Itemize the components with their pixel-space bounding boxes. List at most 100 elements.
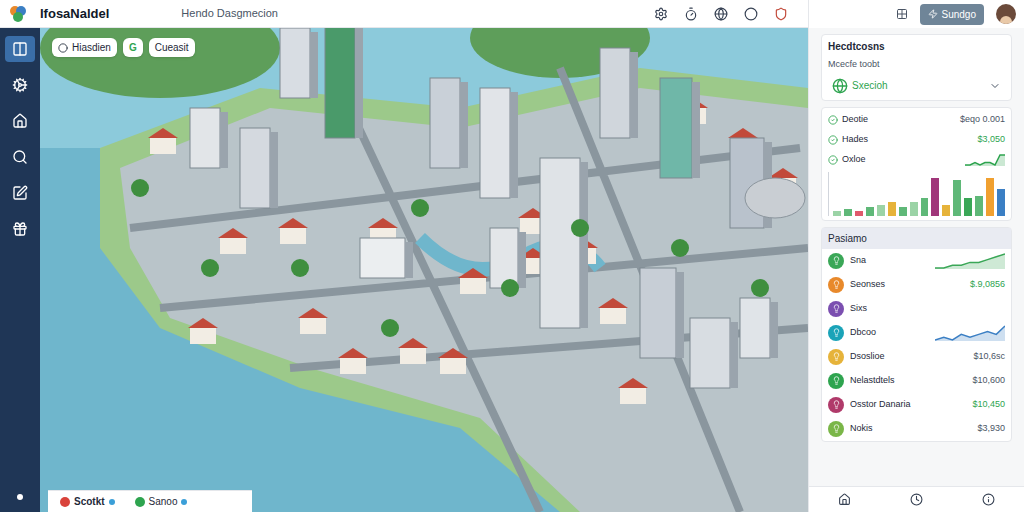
sidebar-item-icon (12, 77, 28, 93)
city-map-view[interactable] (40, 28, 808, 512)
sidebar (0, 28, 40, 512)
row-icon (828, 373, 844, 389)
map-chip[interactable]: G (123, 38, 143, 57)
main-area: IfosaNaldel Hendo Dasgmecion Hiasdien G Cuea… (0, 0, 808, 512)
settings-icon[interactable] (654, 7, 668, 21)
shield-icon[interactable] (774, 7, 788, 21)
chevron-icon (989, 80, 1001, 92)
chart-bar (899, 207, 907, 216)
row-icon (828, 301, 844, 317)
row-value: $10,6sc (973, 351, 1005, 361)
tab-badge-icon (181, 499, 187, 505)
panel-content: HecdtcosnsMcecfe toobtSxeciohDeotie$eqo … (809, 28, 1024, 486)
stat-row: Oxloe (828, 152, 1005, 168)
timer-icon[interactable] (684, 7, 698, 21)
row-icon (828, 325, 844, 341)
app-window: IfosaNaldel Hendo Dasgmecion Hiasdien G Cuea… (0, 0, 1024, 512)
sidebar-item[interactable] (5, 180, 35, 206)
chart-bar (953, 180, 961, 215)
bar-chart (828, 172, 1005, 216)
stat-icon (828, 155, 838, 165)
list-row[interactable]: Nokis$3,930 (822, 417, 1011, 441)
selector-dropdown[interactable]: Sxecioh (828, 76, 1005, 96)
list-row[interactable]: Seonses$.9,0856 (822, 273, 1011, 297)
button-icon (928, 9, 938, 19)
chart-bar (833, 211, 841, 215)
stat-row: Hades$3,050 (828, 132, 1005, 148)
logo-icon (8, 4, 28, 24)
stats-card: Deotie$eqo 0.001 Hades$3,050 Oxloe (821, 107, 1012, 221)
bottom-tab[interactable]: Sanoo (131, 494, 192, 509)
chart-bar (997, 189, 1005, 215)
clock-icon[interactable] (910, 493, 923, 506)
panel-title: Hecdtcosns (828, 39, 1005, 54)
sidebar-item[interactable] (5, 108, 35, 134)
primary-button[interactable]: Sundgo (920, 4, 984, 25)
row-value: $10,600 (972, 375, 1005, 385)
globe-icon[interactable] (714, 7, 728, 21)
sidebar-item-icon (12, 113, 28, 129)
sidebar-item[interactable] (5, 72, 35, 98)
row-icon (828, 397, 844, 413)
map-chips: Hiasdien G Cueasit (52, 38, 195, 57)
body: Hiasdien G Cueasit Scotkt Sanoo (0, 28, 808, 512)
row-icon (828, 421, 844, 437)
tab-dot-icon (60, 497, 70, 507)
grid-icon[interactable] (896, 8, 908, 20)
map-area: Hiasdien G Cueasit Scotkt Sanoo (40, 28, 808, 512)
list-section: PasiamoSnaSeonses$.9,0856SixsDbcooDsosli… (821, 227, 1012, 442)
selector-card: HecdtcosnsMcecfe toobtSxecioh (821, 34, 1012, 101)
tab-dot-icon (135, 497, 145, 507)
bottom-tab[interactable]: Scotkt (56, 494, 119, 509)
sidebar-item[interactable] (5, 144, 35, 170)
panel-bottom-bar (809, 486, 1024, 512)
app-subtitle: Hendo Dasgmecion (181, 5, 278, 22)
map-chip[interactable]: Cueasit (149, 38, 195, 57)
chip-icon (58, 43, 68, 53)
sparkline-chart (935, 325, 1005, 341)
sidebar-item-icon (12, 221, 28, 237)
chart-bar (910, 202, 918, 215)
globe-icon (832, 78, 848, 94)
row-value: $3,930 (977, 423, 1005, 433)
list-row[interactable]: Dsoslioe$10,6sc (822, 345, 1011, 369)
row-icon (828, 253, 844, 269)
status-dot-icon (17, 494, 23, 500)
chart-bar (888, 202, 896, 215)
info-icon[interactable] (982, 493, 995, 506)
chart-bar (866, 207, 874, 216)
top-bar: IfosaNaldel Hendo Dasgmecion (0, 0, 808, 28)
stat-row: Deotie$eqo 0.001 (828, 112, 1005, 128)
list-row[interactable]: Dbcoo (822, 321, 1011, 345)
list-row[interactable]: Nelastdtels$10,600 (822, 369, 1011, 393)
list-row[interactable]: Sixs (822, 297, 1011, 321)
sidebar-item-icon (12, 41, 28, 57)
row-icon (828, 277, 844, 293)
sparkline-chart (965, 154, 1005, 166)
app-title: IfosaNaldel (40, 4, 109, 24)
list-row[interactable]: Osstor Danaria$10,450 (822, 393, 1011, 417)
panel-top-bar: Sundgo (809, 0, 1024, 28)
bottom-tabs: Scotkt Sanoo (48, 490, 252, 512)
map-chip[interactable]: Hiasdien (52, 38, 117, 57)
row-value: $.9,0856 (970, 279, 1005, 289)
chart-bar (877, 205, 885, 216)
list-row[interactable]: Sna (822, 249, 1011, 273)
avatar[interactable] (996, 4, 1016, 24)
sidebar-item[interactable] (5, 36, 35, 62)
stat-icon (828, 115, 838, 125)
chart-bar (931, 178, 939, 215)
sidebar-item[interactable] (5, 216, 35, 242)
chart-bar (921, 198, 929, 216)
home-icon[interactable] (838, 493, 851, 506)
chart-bar (986, 178, 994, 215)
row-value: $10,450 (972, 399, 1005, 409)
sidebar-item-icon (12, 149, 28, 165)
section-header: Pasiamo (822, 228, 1011, 249)
circle-icon[interactable] (744, 7, 758, 21)
row-icon (828, 349, 844, 365)
right-panel: SundgoHecdtcosnsMcecfe toobtSxeciohDeoti… (808, 0, 1024, 512)
top-icons (654, 7, 800, 21)
tab-badge-icon (109, 499, 115, 505)
stat-icon (828, 135, 838, 145)
